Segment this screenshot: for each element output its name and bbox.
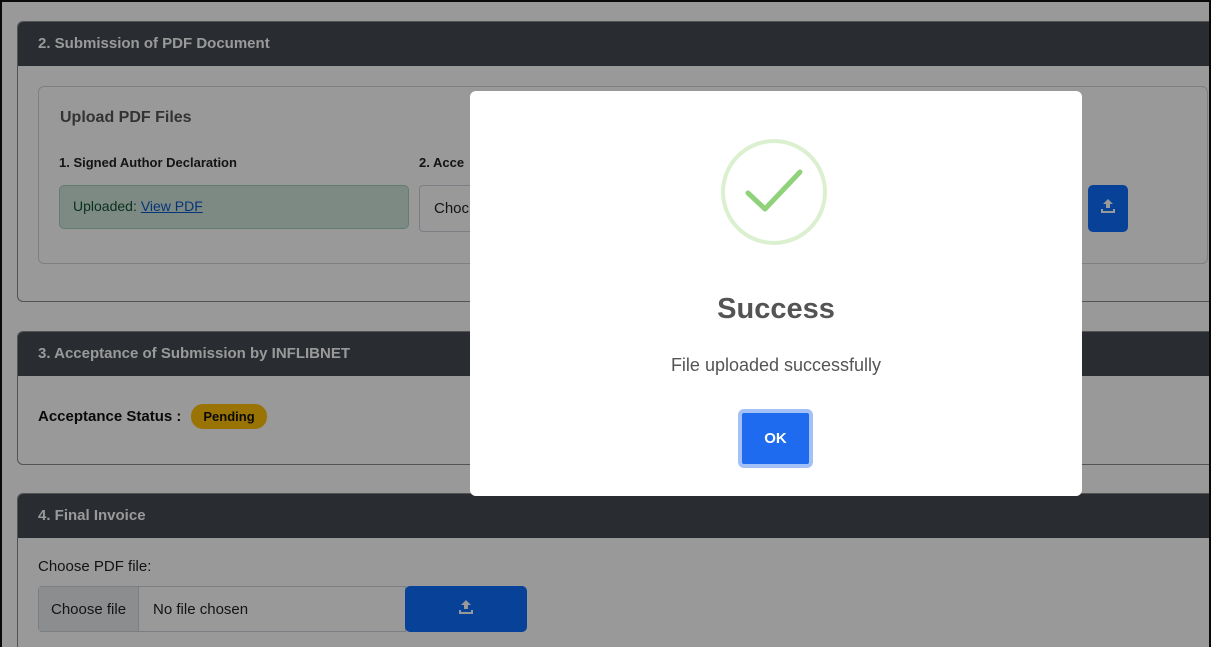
modal-title: Success: [717, 293, 835, 325]
success-icon-circle: [721, 139, 827, 245]
ok-button[interactable]: OK: [738, 409, 813, 468]
success-modal: Success File uploaded successfully OK: [470, 91, 1082, 496]
modal-message: File uploaded successfully: [670, 355, 882, 375]
